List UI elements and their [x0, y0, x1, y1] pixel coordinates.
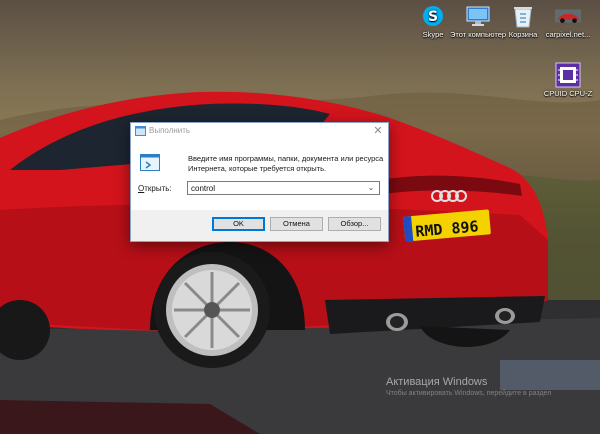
dialog-titlebar[interactable]: Выполнить ✕	[131, 123, 388, 140]
watermark-subtitle: Чтобы активировать Windows, перейдите в …	[386, 390, 552, 397]
dialog-button-strip: OK Отмена Обзор...	[131, 210, 388, 241]
dialog-description: Введите имя программы, папки, документа …	[188, 154, 384, 173]
svg-text:S: S	[428, 9, 438, 25]
desktop-icon-label: carpixel.net...	[545, 30, 591, 39]
this-pc-icon	[465, 3, 491, 29]
skype-icon: S	[420, 3, 446, 29]
ok-button[interactable]: OK	[212, 217, 265, 231]
run-app-icon	[135, 126, 146, 136]
close-icon[interactable]: ✕	[371, 124, 385, 138]
open-label: Открыть:	[138, 184, 172, 193]
image-file-icon	[555, 3, 581, 29]
cancel-button[interactable]: Отмена	[270, 217, 323, 231]
watermark-title: Активация Windows	[386, 376, 488, 388]
dialog-title: Выполнить	[149, 126, 191, 135]
desktop-icon-carpixel[interactable]: carpixel.net...	[538, 3, 598, 39]
open-combobox[interactable]: ⌄	[187, 181, 380, 195]
cpu-z-icon	[555, 62, 581, 88]
open-label-text: ткрыть:	[144, 184, 172, 193]
desktop-icon-label: CPUID CPU-Z	[543, 89, 593, 98]
run-dialog: Выполнить ✕ Введите имя программы, папки…	[130, 122, 389, 242]
chevron-down-icon[interactable]: ⌄	[365, 182, 377, 194]
desktop-icon-cpu-z[interactable]: CPUID CPU-Z	[538, 62, 598, 98]
browse-button[interactable]: Обзор...	[328, 217, 381, 231]
recycle-bin-icon	[510, 3, 536, 29]
activation-watermark: Активация Windows Чтобы активировать Win…	[386, 376, 551, 398]
open-input[interactable]	[188, 182, 366, 194]
run-icon	[140, 154, 160, 172]
